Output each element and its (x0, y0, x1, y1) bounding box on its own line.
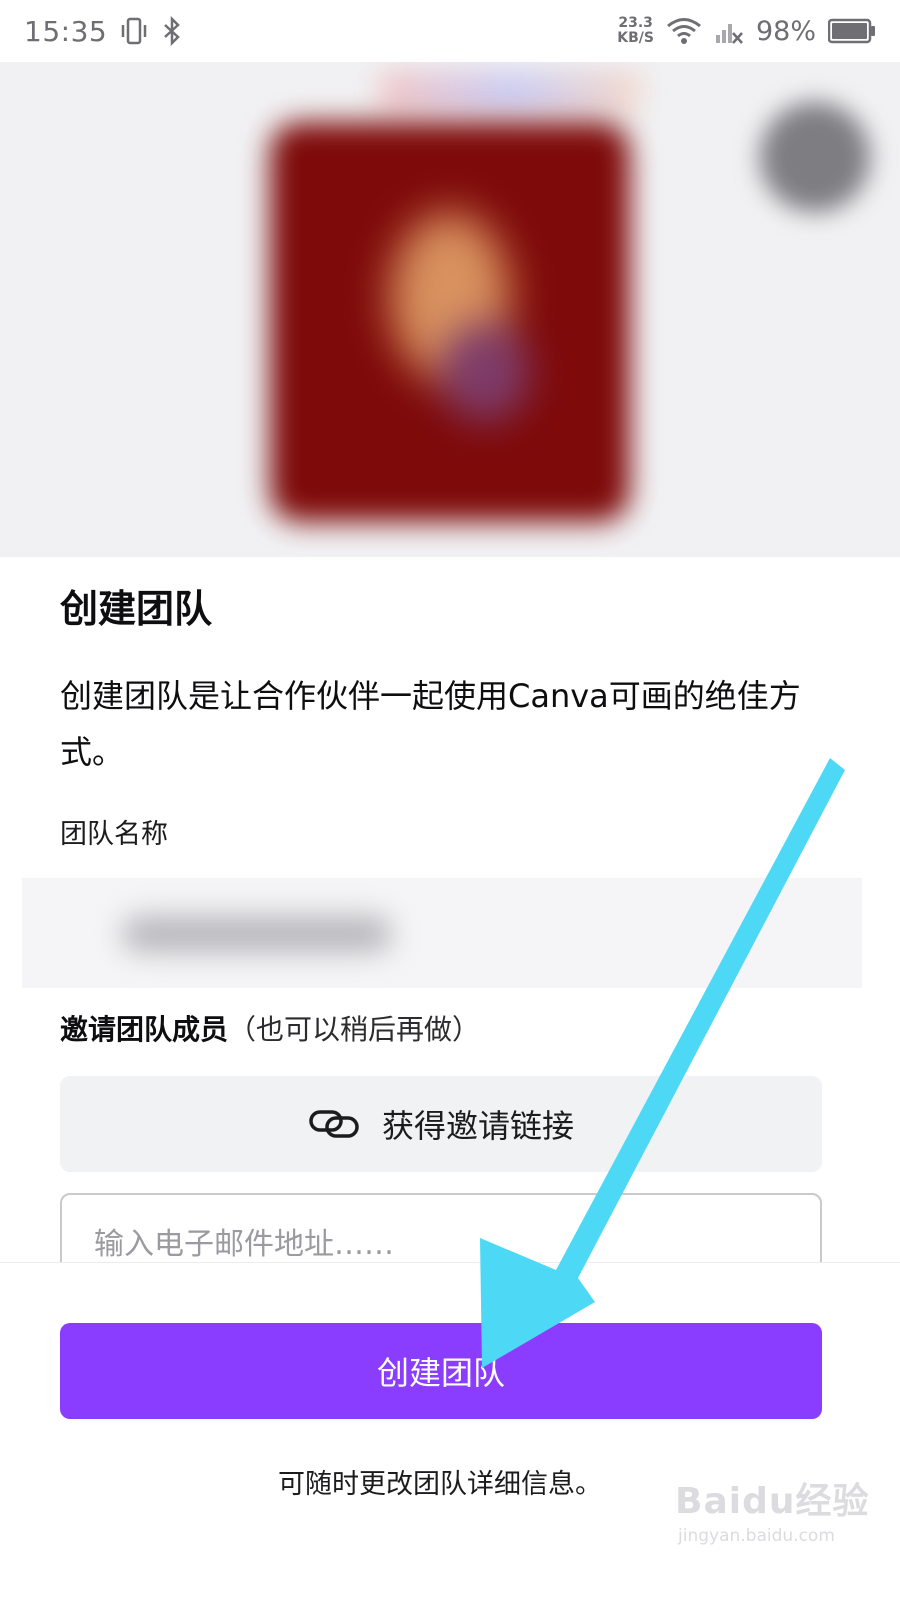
vibrate-icon (121, 16, 147, 46)
invite-heading-text: 邀请团队成员 (60, 1013, 229, 1046)
invite-heading-hint: （也可以稍后再做） (228, 1013, 481, 1046)
invite-members-heading: 邀请团队成员（也可以稍后再做） (60, 1008, 480, 1048)
dialog-description: 创建团队是让合作伙伴一起使用Canva可画的绝佳方式。 (60, 677, 801, 771)
bottom-action-bar (0, 1262, 900, 1601)
team-name-label: 团队名称 (60, 819, 168, 850)
network-speed-value: 23.3 (618, 15, 653, 31)
get-invite-link-label: 获得邀请链接 (381, 1107, 574, 1145)
network-speed: 23.3 KB/S (617, 16, 654, 46)
preview-strip (380, 72, 640, 112)
network-speed-unit: KB/S (617, 30, 654, 46)
wifi-icon (666, 17, 702, 45)
dialog-title: 创建团队 (60, 587, 213, 631)
link-icon (308, 1106, 360, 1142)
status-time: 15:35 (24, 14, 108, 48)
team-name-value-blurred (122, 916, 392, 952)
preview-design-thumbnail (270, 122, 630, 522)
create-team-button[interactable]: 创建团队 (60, 1323, 822, 1419)
create-team-button-label: 创建团队 (376, 1354, 505, 1392)
baidu-watermark: Baidu经验 (675, 1481, 870, 1522)
signal-off-icon (714, 17, 744, 45)
baidu-watermark-url: jingyan.baidu.com (678, 1526, 835, 1546)
avatar (760, 102, 870, 212)
battery-percent: 98% (755, 15, 816, 47)
email-placeholder: 输入电子邮件地址…… (94, 1227, 394, 1262)
bluetooth-icon (161, 16, 183, 46)
preview-shadow (440, 322, 530, 422)
team-name-input[interactable] (22, 878, 862, 988)
battery-icon (828, 17, 876, 45)
status-bar: 15:35 23.3 KB/S 98% (0, 0, 900, 62)
team-preview-image (0, 62, 900, 557)
get-invite-link-button[interactable]: 获得邀请链接 (60, 1076, 822, 1172)
